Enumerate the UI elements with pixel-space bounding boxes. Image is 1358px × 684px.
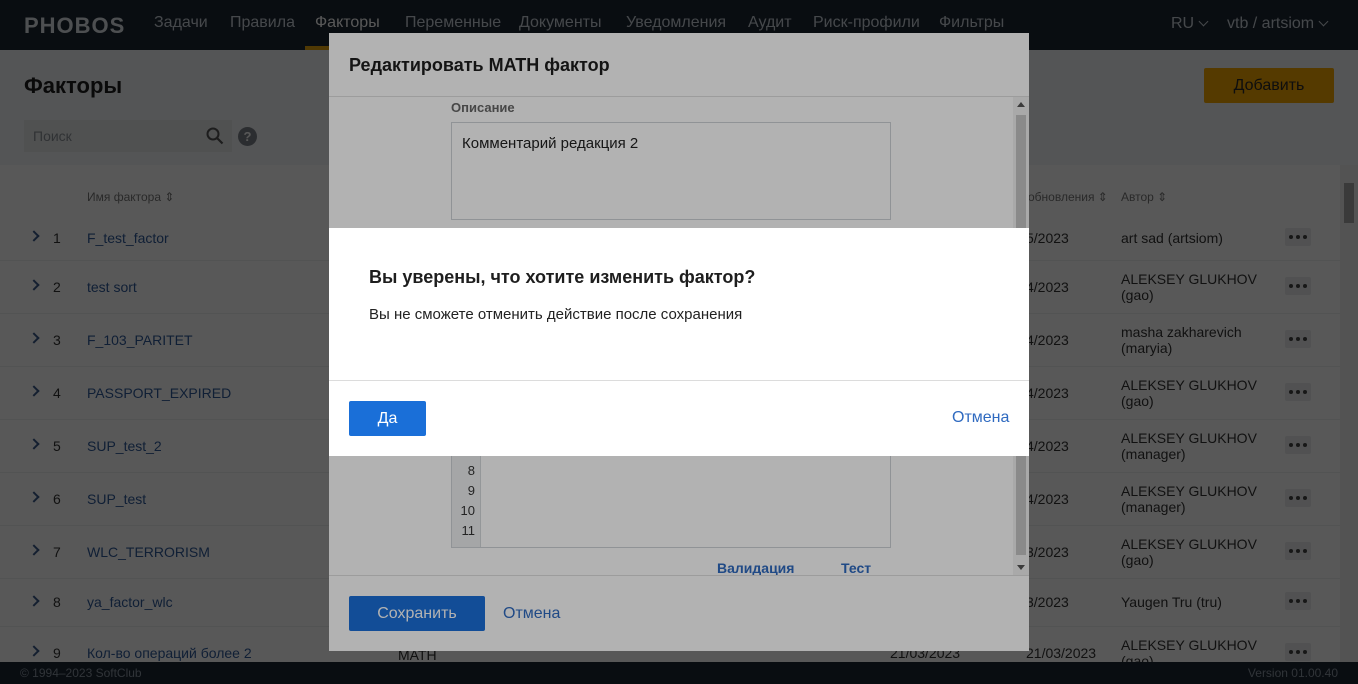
confirm-dialog: Вы уверены, что хотите изменить фактор? … [329, 228, 1029, 456]
confirm-title: Вы уверены, что хотите изменить фактор? [369, 267, 756, 287]
confirm-message: Вы не сможете отменить действие после со… [369, 306, 743, 323]
confirm-cancel-button[interactable]: Отмена [952, 409, 1009, 427]
confirm-yes-button[interactable]: Да [349, 401, 426, 436]
divider [329, 380, 1029, 381]
